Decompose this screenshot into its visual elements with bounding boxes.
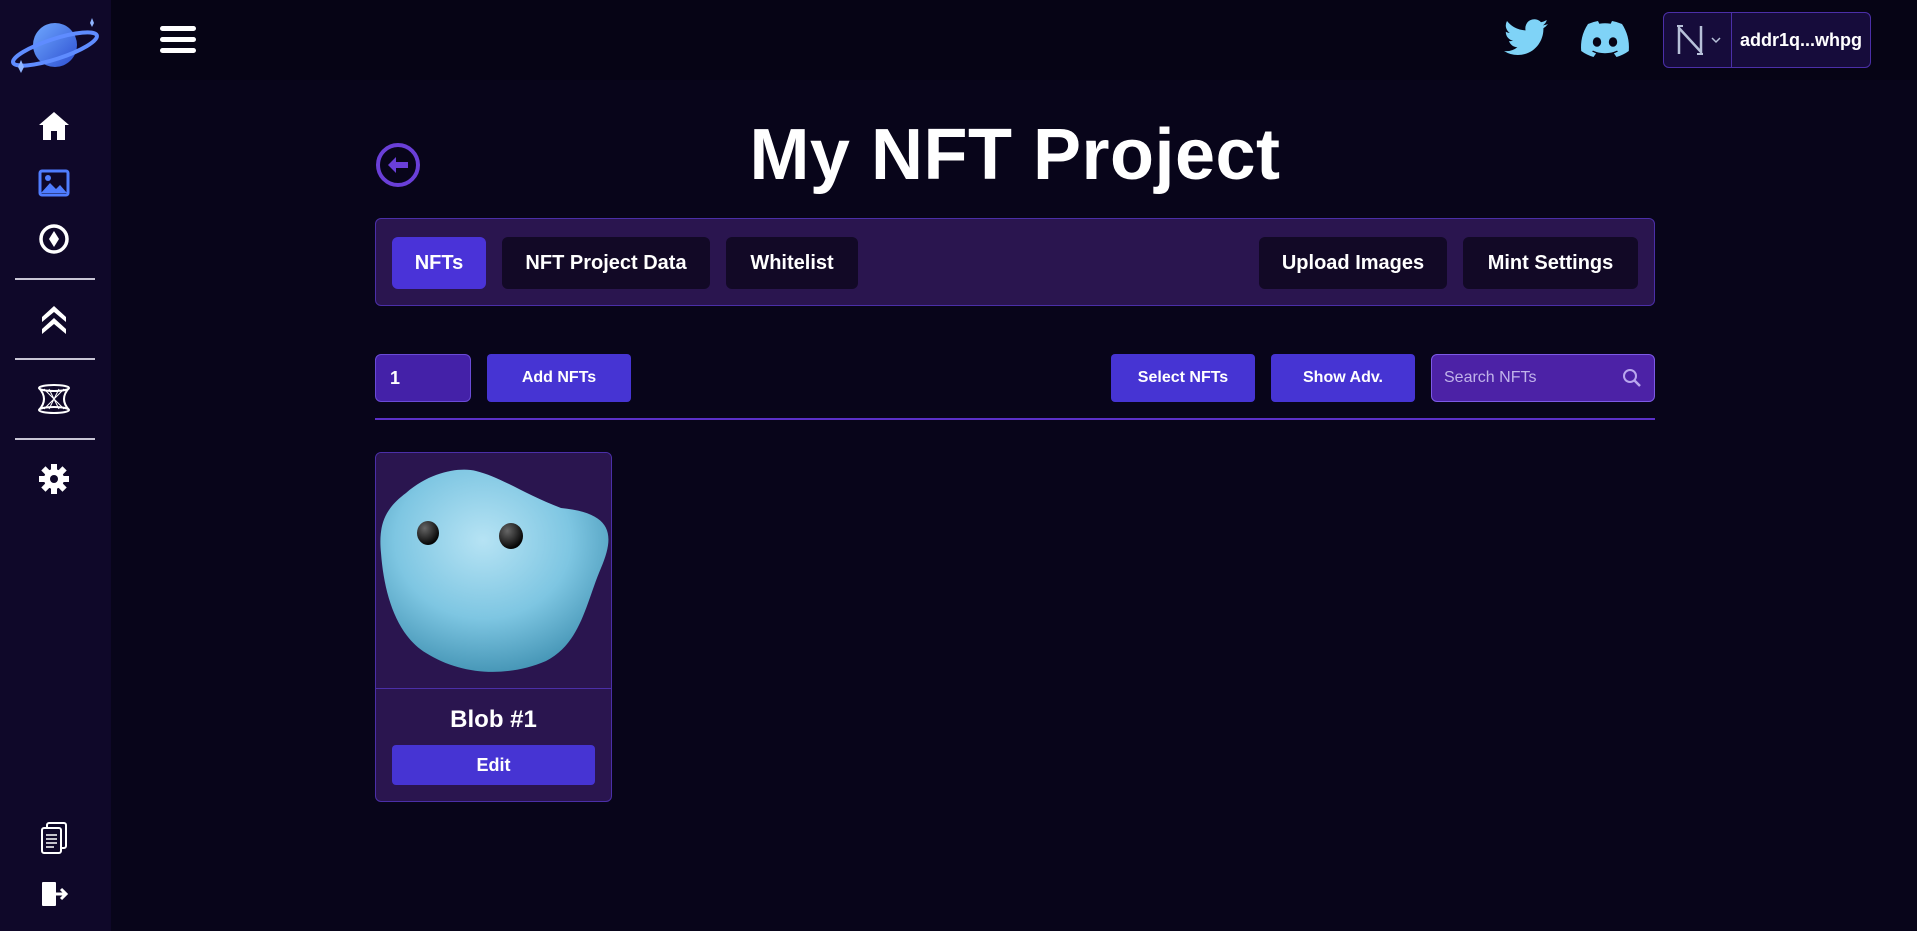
gear-icon[interactable] [36,461,72,497]
twitter-icon[interactable] [1502,18,1550,62]
back-arrow-icon[interactable] [375,142,421,188]
tab-whitelist[interactable]: Whitelist [726,237,858,289]
nft-name: Blob #1 [450,706,537,733]
nft-card: Blob #1 Edit [375,452,612,802]
discord-icon[interactable] [1580,20,1630,60]
top-bar [111,0,1917,80]
wallet-button[interactable]: addr1q...whpg [1663,12,1871,68]
tab-bar: NFTs NFT Project Data Whitelist Upload I… [375,218,1655,306]
tab-nft-project-data[interactable]: NFT Project Data [502,237,710,289]
sidebar-divider [15,358,95,360]
double-chevron-up-icon[interactable] [36,300,72,336]
add-nfts-button[interactable]: Add NFTs [487,354,631,402]
search-placeholder: Search NFTs [1444,369,1537,386]
select-nfts-button[interactable]: Select NFTs [1111,354,1255,402]
wallet-logo-icon [1664,13,1732,67]
tab-upload-images[interactable]: Upload Images [1259,237,1447,289]
image-icon[interactable] [36,165,72,201]
wallet-address: addr1q...whpg [1739,29,1862,50]
home-icon[interactable] [36,108,72,144]
chevron-down-icon [1710,37,1721,44]
page-title: My NFT Project [749,115,1281,195]
sidebar [0,0,111,931]
logout-icon[interactable] [36,876,72,912]
sidebar-divider [15,438,95,440]
planet-logo[interactable] [8,15,102,75]
hamburger-menu-icon[interactable] [160,26,196,54]
hyperboloid-icon[interactable] [36,381,72,417]
tab-mint-settings[interactable]: Mint Settings [1463,237,1638,289]
sidebar-divider [15,278,95,280]
show-advanced-button[interactable]: Show Adv. [1271,354,1415,402]
compass-icon[interactable] [36,221,72,257]
search-input[interactable]: Search NFTs [1431,354,1655,402]
nft-image[interactable] [376,453,611,689]
divider-line [375,418,1655,420]
tab-nfts[interactable]: NFTs [392,237,486,289]
search-icon [1623,369,1641,387]
edit-button[interactable]: Edit [392,745,595,785]
quantity-input[interactable]: 1 [375,354,471,402]
documents-icon[interactable] [36,820,72,856]
